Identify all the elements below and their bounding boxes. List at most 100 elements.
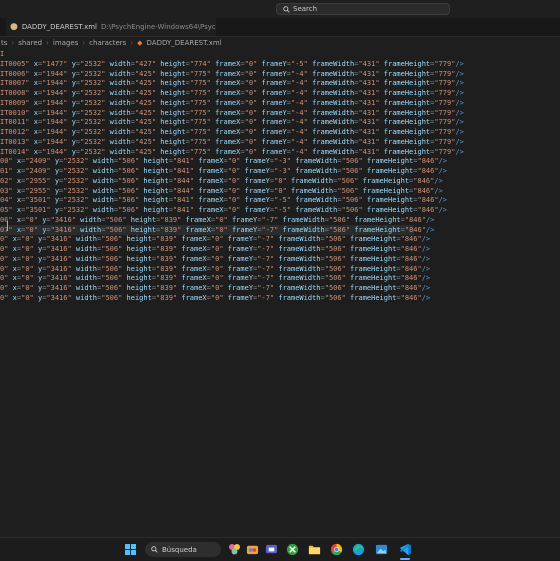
code-token: height	[126, 235, 152, 243]
code-line[interactable]: IT0008" x="1944" y="2532" width="425" he…	[0, 88, 464, 98]
code-line[interactable]: 0" x="0" y="3416" width="506" height="83…	[0, 234, 430, 244]
code-value: 779	[438, 118, 452, 126]
code-line[interactable]: IT0009" x="1944" y="2532" width="425" he…	[0, 98, 464, 108]
code-line[interactable]: IT0013" x="1944" y="2532" width="425" he…	[0, 137, 464, 147]
code-value: 04"	[0, 196, 13, 204]
code-value: -3	[278, 167, 287, 175]
photos-icon[interactable]	[374, 542, 388, 556]
code-line[interactable]: 01" x="2409" y="2532" width="506" height…	[0, 166, 447, 176]
code-line[interactable]: I	[0, 49, 4, 59]
breadcrumb-item[interactable]: characters	[89, 39, 126, 47]
code-token: frameY	[261, 148, 287, 156]
xbox-icon[interactable]	[285, 542, 299, 556]
breadcrumb-item[interactable]: DADDY_DEAREST.xml	[147, 39, 222, 47]
windows-start-icon[interactable]	[123, 542, 137, 556]
tab-daddy-dearest[interactable]: ● DADDY_DEAREST.xml D:\PsychEngine-Windo…	[6, 18, 216, 36]
code-value: 839	[164, 216, 178, 224]
code-value: 425	[139, 118, 152, 126]
code-value: 506	[341, 187, 355, 195]
code-line[interactable]: 04" x="3501" y="2532" width="506" height…	[0, 195, 447, 205]
code-value: 846	[404, 284, 418, 292]
code-value: 431	[362, 148, 376, 156]
code-value: 775	[193, 109, 207, 117]
code-token: />	[455, 148, 464, 156]
code-value: 775	[193, 79, 207, 87]
code-line[interactable]: IT0007" x="1944" y="2532" width="425" he…	[0, 78, 464, 88]
code-token: width	[109, 109, 131, 117]
code-token: frameWidth	[312, 99, 355, 107]
code-value: 2532	[84, 79, 102, 87]
search-icon	[283, 5, 290, 13]
code-value: 3501	[29, 196, 47, 204]
taskbar-search[interactable]: Búsqueda	[145, 542, 221, 557]
code-token: frameWidth	[278, 284, 321, 292]
code-line[interactable]: 02" x="2955" y="2532" width="506" height…	[0, 176, 443, 186]
code-token: height	[126, 274, 152, 282]
code-token: frameWidth	[295, 196, 338, 204]
edge-icon[interactable]	[351, 542, 365, 556]
vscode-icon[interactable]	[398, 542, 412, 556]
code-token: frameX	[198, 177, 224, 185]
code-token: frameHeight	[383, 118, 431, 126]
breadcrumb-separator: ›	[46, 39, 49, 47]
code-token: frameHeight	[383, 99, 431, 107]
code-line[interactable]: 06" x="0" y="3416" width="506" height="8…	[0, 215, 434, 225]
code-line[interactable]: IT0011" x="1944" y="2532" width="425" he…	[0, 117, 464, 127]
title-bar: Search	[0, 0, 560, 18]
code-token: />	[434, 177, 443, 185]
code-value: 846	[421, 206, 435, 214]
code-value: -4	[295, 89, 304, 97]
code-token: height	[143, 157, 169, 165]
colorful-app-icon[interactable]	[245, 542, 259, 556]
code-token: height	[160, 99, 186, 107]
code-token: height	[160, 148, 186, 156]
tab-filename: DADDY_DEAREST.xml	[21, 23, 97, 31]
code-line[interactable]: 0" x="0" y="3416" width="506" height="83…	[0, 254, 430, 264]
breadcrumb-item[interactable]: shared	[18, 39, 42, 47]
code-token: height	[160, 70, 186, 78]
code-token: frameY	[261, 138, 287, 146]
code-token: height	[143, 167, 169, 175]
code-value: 839	[160, 235, 173, 243]
code-token: frameHeight	[362, 187, 410, 195]
code-value: 2532	[84, 99, 102, 107]
code-line[interactable]: 0" x="0" y="3416" width="506" height="83…	[0, 273, 430, 283]
code-token: frameY	[227, 274, 254, 282]
code-token: frameWidth	[312, 128, 355, 136]
code-value: 846	[404, 255, 418, 263]
code-token: frameY	[244, 177, 270, 185]
code-line[interactable]: 05" x="3501" y="2532" width="506" height…	[0, 205, 447, 215]
breadcrumb-item[interactable]: images	[53, 39, 78, 47]
code-line[interactable]: 0" x="0" y="3416" width="506" height="83…	[0, 244, 430, 254]
code-value: 425	[139, 128, 152, 136]
code-line[interactable]: IT0012" x="1944" y="2532" width="425" he…	[0, 127, 464, 137]
code-token: frameHeight	[362, 177, 410, 185]
code-line[interactable]: 00" x="2409" y="2532" width="506" height…	[0, 156, 447, 166]
code-value: 2532	[84, 60, 102, 68]
widgets-icon[interactable]	[228, 542, 242, 556]
code-value: 846	[404, 235, 418, 243]
code-token: frameHeight	[350, 255, 397, 263]
code-value: 2409	[29, 157, 47, 165]
code-token: frameWidth	[312, 109, 355, 117]
code-token: />	[434, 187, 443, 195]
code-value: -5	[278, 196, 287, 204]
code-line[interactable]: 0" x="0" y="3416" width="506" height="83…	[0, 293, 430, 303]
breadcrumb-item[interactable]: ts	[1, 39, 7, 47]
code-token: frameY	[244, 206, 270, 214]
file-explorer-icon[interactable]	[307, 542, 321, 556]
code-value: 779	[438, 138, 452, 146]
code-token: height	[160, 118, 186, 126]
code-value: 506	[328, 235, 342, 243]
command-center-search[interactable]: Search	[276, 3, 450, 15]
code-token: height	[160, 128, 186, 136]
code-token: />	[455, 128, 464, 136]
code-line[interactable]: 0" x="0" y="3416" width="506" height="83…	[0, 283, 430, 293]
code-line[interactable]: IT0005" x="1477" y="2532" width="427" he…	[0, 59, 464, 69]
code-editor[interactable]: I IT0005" x="1477" y="2532" width="427" h…	[0, 49, 560, 537]
chrome-icon[interactable]	[329, 542, 343, 556]
unsaved-dot-icon: ●	[10, 22, 18, 32]
chat-icon[interactable]	[264, 542, 278, 556]
code-token: frameWidth	[312, 70, 355, 78]
code-value: 1944	[46, 138, 64, 146]
